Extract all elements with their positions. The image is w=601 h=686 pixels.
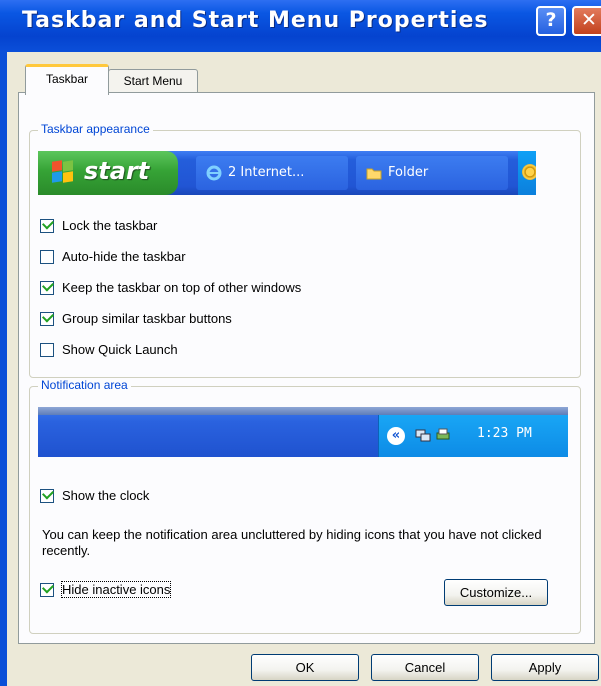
notification-description: You can keep the notification area unclu…	[42, 527, 542, 558]
task-label: 2 Internet...	[228, 165, 305, 180]
dialog-client-area: Taskbar Start Menu Taskbar appearance st…	[7, 52, 601, 686]
internet-explorer-icon	[206, 165, 222, 181]
dialog-window: Taskbar and Start Menu Properties ? ✕ Ta…	[0, 0, 601, 686]
keep-on-top-checkbox[interactable]	[40, 279, 55, 295]
checkmark-icon	[41, 279, 55, 292]
show-hidden-icons-chevron-icon: «	[387, 427, 405, 445]
notification-area-group: Notification area « 1:23 PM Show the clo…	[29, 378, 581, 634]
hide-inactive-checkbox[interactable]	[40, 581, 55, 597]
quick-launch-checkbox[interactable]	[40, 343, 54, 357]
tab-taskbar[interactable]: Taskbar	[25, 64, 109, 95]
folder-icon	[366, 168, 382, 180]
windows-logo-icon	[52, 160, 74, 183]
gear-icon	[522, 164, 536, 180]
network-icon	[415, 429, 431, 442]
help-button[interactable]: ?	[536, 6, 566, 36]
taskbar-appearance-group: Taskbar appearance start 2 Internet... F…	[29, 122, 581, 378]
printer-icon	[436, 428, 450, 440]
start-button-preview: start	[38, 151, 178, 195]
auto-hide-checkbox[interactable]	[40, 250, 54, 264]
clock-time: 1:23 PM	[477, 426, 532, 441]
taskbar-task-internet: 2 Internet...	[196, 156, 348, 190]
group-buttons-checkbox[interactable]	[40, 310, 55, 326]
checkmark-icon	[41, 487, 55, 500]
show-clock-checkbox[interactable]	[40, 487, 55, 503]
start-label: start	[84, 157, 150, 185]
taskbar-task-folder: Folder	[356, 156, 508, 190]
group-legend: Taskbar appearance	[38, 122, 153, 136]
window-title: Taskbar and Start Menu Properties	[22, 8, 489, 33]
checkmark-icon	[41, 217, 55, 230]
cancel-button[interactable]: Cancel	[371, 654, 479, 681]
task-label: Folder	[388, 165, 429, 180]
system-tray-edge	[518, 151, 536, 195]
title-bar[interactable]: Taskbar and Start Menu Properties ? ✕	[0, 0, 601, 52]
customize-button[interactable]: Customize...	[444, 579, 548, 606]
checkmark-icon	[41, 581, 55, 594]
system-tray: « 1:23 PM	[378, 415, 568, 457]
taskbar-preview: start 2 Internet... Folder	[38, 151, 536, 195]
ok-button[interactable]: OK	[251, 654, 359, 681]
checkmark-icon	[41, 310, 55, 323]
apply-button[interactable]: Apply	[491, 654, 599, 681]
lock-taskbar-checkbox[interactable]	[40, 217, 55, 233]
notification-area-preview: « 1:23 PM	[38, 407, 568, 457]
tab-start-menu[interactable]: Start Menu	[108, 69, 198, 93]
close-button[interactable]: ✕	[572, 6, 601, 36]
group-legend: Notification area	[38, 378, 131, 392]
